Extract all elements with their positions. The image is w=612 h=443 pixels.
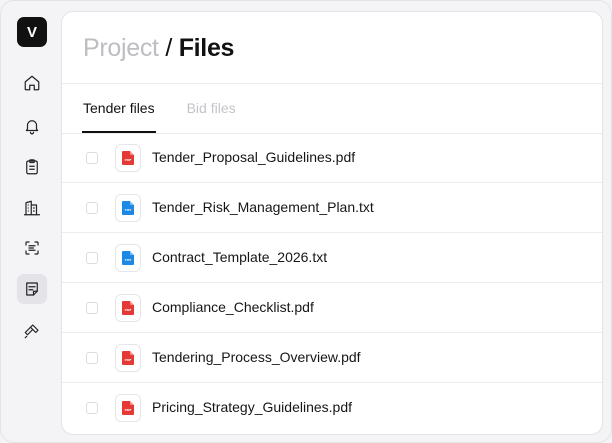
file-type-label: TXT (125, 208, 132, 212)
txt-file-icon: TXT (115, 194, 141, 222)
sidebar: V (1, 1, 61, 443)
document-icon: PDF (122, 301, 134, 315)
file-row[interactable]: PDF Compliance_Checklist.pdf (62, 283, 602, 333)
breadcrumb-current: Files (178, 34, 235, 62)
file-type-label: TXT (125, 258, 132, 262)
hammer-icon (24, 324, 39, 339)
page-title: Project / Files (83, 34, 234, 63)
home-icon (24, 75, 40, 91)
sidebar-item-notifications[interactable] (17, 111, 47, 141)
file-type-label: PDF (125, 358, 132, 362)
files-panel: Project / Files Tender files Bid files P… (61, 11, 603, 435)
file-checkbox[interactable] (86, 352, 98, 364)
file-type-label: PDF (125, 308, 132, 312)
file-name[interactable]: Pricing_Strategy_Guidelines.pdf (152, 399, 352, 415)
file-checkbox[interactable] (86, 252, 98, 264)
pdf-file-icon: PDF (115, 394, 141, 422)
document-icon: PDF (122, 401, 134, 415)
document-icon: PDF (122, 351, 134, 365)
file-row[interactable]: PDF Tendering_Process_Overview.pdf (62, 333, 602, 383)
sidebar-item-clipboard[interactable] (17, 152, 47, 182)
file-row[interactable]: TXT Tender_Risk_Management_Plan.txt (62, 183, 602, 233)
sidebar-item-buildings[interactable] (17, 193, 47, 223)
sidebar-item-documents[interactable] (17, 274, 47, 304)
file-type-label: PDF (125, 158, 132, 162)
pdf-file-icon: PDF (115, 344, 141, 372)
pdf-file-icon: PDF (115, 294, 141, 322)
sidebar-item-tools[interactable] (17, 316, 47, 346)
sidebar-item-scan[interactable] (17, 233, 47, 263)
bell-icon (25, 120, 39, 135)
file-checkbox[interactable] (86, 152, 98, 164)
sidebar-item-home[interactable] (17, 68, 47, 98)
clipboard-icon (26, 159, 38, 175)
file-checkbox[interactable] (86, 402, 98, 414)
txt-file-icon: TXT (115, 244, 141, 272)
file-row[interactable]: PDF Tender_Proposal_Guidelines.pdf (62, 133, 602, 183)
building-icon (23, 200, 41, 216)
file-name[interactable]: Tender_Proposal_Guidelines.pdf (152, 149, 355, 165)
tab-bid-files[interactable]: Bid files (186, 83, 237, 133)
tab-bar: Tender files Bid files (82, 83, 267, 133)
file-name[interactable]: Contract_Template_2026.txt (152, 249, 327, 265)
file-name[interactable]: Compliance_Checklist.pdf (152, 299, 314, 315)
document-icon: PDF (122, 151, 134, 165)
note-icon (26, 282, 38, 296)
tab-tender-files[interactable]: Tender files (82, 83, 156, 133)
breadcrumb-separator: / (165, 34, 173, 62)
document-icon: TXT (122, 201, 134, 215)
file-checkbox[interactable] (86, 202, 98, 214)
breadcrumb-project[interactable]: Project (83, 34, 159, 62)
scan-text-icon (25, 241, 39, 255)
document-icon: TXT (122, 251, 134, 265)
file-name[interactable]: Tender_Risk_Management_Plan.txt (152, 199, 374, 215)
pdf-file-icon: PDF (115, 144, 141, 172)
file-row[interactable]: TXT Contract_Template_2026.txt (62, 233, 602, 283)
file-type-label: PDF (125, 408, 132, 412)
file-name[interactable]: Tendering_Process_Overview.pdf (152, 349, 361, 365)
file-list: PDF Tender_Proposal_Guidelines.pdf TXT Tend… (62, 133, 602, 433)
app-logo[interactable]: V (17, 17, 47, 47)
file-checkbox[interactable] (86, 302, 98, 314)
file-row[interactable]: PDF Pricing_Strategy_Guidelines.pdf (62, 383, 602, 433)
app-window: V Project / Files Tender files Bid files… (0, 0, 612, 443)
